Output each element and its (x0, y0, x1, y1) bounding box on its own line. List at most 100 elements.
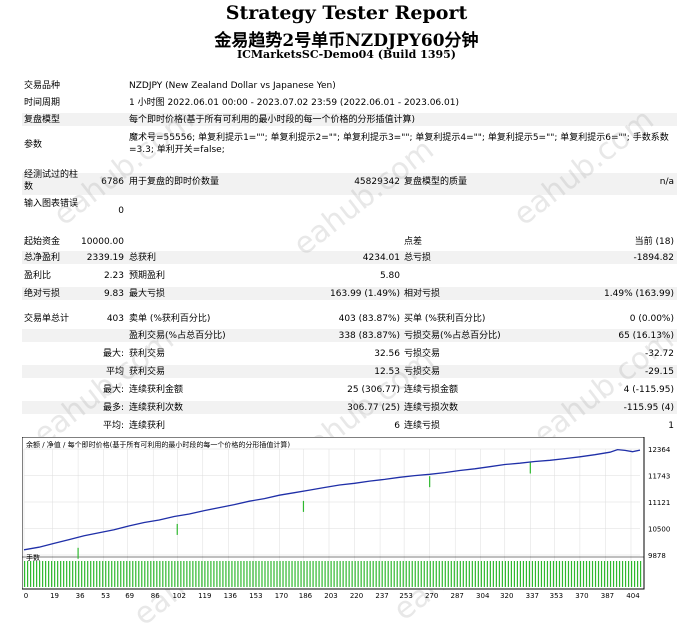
lots-bar (57, 561, 59, 587)
lots-bar (69, 561, 71, 587)
lots-bar (531, 561, 534, 587)
x-tick-label: 320 (500, 592, 513, 600)
lots-bar (78, 561, 80, 587)
short-label: 卖单 (%获利百分比) (129, 314, 211, 324)
lots-bar (636, 561, 639, 587)
lots-bar (45, 561, 47, 587)
lots-bar (462, 561, 464, 587)
report-title: Strategy Tester Report (225, 2, 468, 24)
lots-bar (564, 561, 567, 587)
lots-bar (222, 561, 224, 587)
lots-bar (417, 561, 419, 587)
lots-bar (447, 561, 449, 587)
lots-bar (603, 561, 606, 587)
lots-bar (570, 561, 573, 587)
x-tick-label: 69 (125, 592, 134, 600)
x-tick-label: 53 (101, 592, 110, 600)
lots-bar (450, 561, 452, 587)
lots-bar (114, 561, 116, 587)
lots-bar (453, 561, 455, 587)
lots-bar (264, 561, 266, 587)
lots-bar (102, 561, 104, 587)
lots-bar (600, 561, 603, 587)
lots-bar (159, 561, 161, 587)
x-tick-label: 387 (601, 592, 614, 600)
lots-bar (207, 561, 209, 587)
gross-profit-label: 总获利 (129, 253, 157, 263)
abs-dd-label: 绝对亏损 (24, 289, 61, 299)
lots-bar (489, 561, 491, 587)
lots-bar (243, 561, 245, 587)
lots-bar (117, 561, 119, 587)
x-tick-label: 86 (151, 592, 160, 600)
lots-bar (363, 561, 365, 587)
model-label: 复盘模型 (24, 115, 61, 125)
lots-bar (549, 561, 552, 587)
lots-bar (360, 561, 362, 587)
lots-bar (192, 561, 194, 587)
lots-bar (282, 561, 284, 587)
lots-bar (66, 561, 68, 587)
lots-bar (60, 561, 62, 587)
lots-bar (279, 561, 281, 587)
y-tick-label: 9878 (648, 552, 666, 560)
lots-bar (267, 561, 269, 587)
lots-bar (504, 561, 506, 587)
lots-bar (369, 561, 371, 587)
lots-bar (228, 561, 230, 587)
lots-bar (336, 561, 338, 587)
lots-bar (492, 561, 494, 587)
y-tick-label: 11121 (648, 499, 670, 507)
x-tick-label: 304 (476, 592, 490, 600)
x-tick-label: 136 (224, 592, 238, 600)
lots-bar (24, 561, 26, 587)
lots-bar (483, 561, 485, 587)
lots-bar (414, 561, 416, 587)
lots-bar (510, 561, 512, 587)
lots-bar (189, 561, 191, 587)
lots-bar (111, 561, 113, 587)
x-tick-label: 36 (76, 592, 85, 600)
net-label: 总净盈利 (24, 253, 61, 263)
maximal-wins-label: 连续获利次数 (129, 403, 184, 413)
lots-bar (120, 561, 122, 587)
lots-bar (162, 561, 164, 587)
lots-bar (90, 561, 92, 587)
lots-bar (30, 561, 32, 587)
deposit-value: 10000.00 (81, 237, 124, 247)
lots-bar (552, 561, 555, 587)
x-tick-label: 353 (550, 592, 563, 600)
gross-loss-label: 总亏损 (404, 253, 432, 263)
lots-bar (498, 561, 500, 587)
lots-bar (234, 561, 236, 587)
lots-bar (99, 561, 101, 587)
lots-bar (231, 561, 233, 587)
lots-bar (87, 561, 89, 587)
lots-bar (543, 561, 546, 587)
ticks-label: 用于复盘的即时价数量 (129, 177, 220, 187)
lots-bar (378, 561, 380, 587)
lots-bar (411, 561, 413, 587)
payoff-label: 预期盈利 (129, 271, 166, 281)
lots-bar (640, 561, 642, 587)
lots-bar (597, 561, 600, 587)
lots-bar (198, 561, 200, 587)
lots-bar (129, 561, 131, 587)
lots-bar (288, 561, 290, 587)
lots-bar (252, 561, 254, 587)
lots-bar (168, 561, 170, 587)
x-tick-label: 220 (350, 592, 363, 600)
lots-bar (402, 561, 404, 587)
lots-bar (135, 561, 137, 587)
short-value: 403 (83.87%) (338, 314, 400, 324)
lots-bar (177, 561, 179, 587)
lots-bar (174, 561, 176, 587)
x-tick-label: 153 (249, 592, 262, 600)
lots-bar (93, 561, 95, 587)
lots-bar (546, 561, 549, 587)
lots-bar (204, 561, 206, 587)
lots-bar (141, 561, 143, 587)
lots-bar (408, 561, 410, 587)
symbol-value: NZDJPY (New Zealand Dollar vs Japanese Y… (129, 81, 336, 91)
lots-bar (435, 561, 437, 587)
